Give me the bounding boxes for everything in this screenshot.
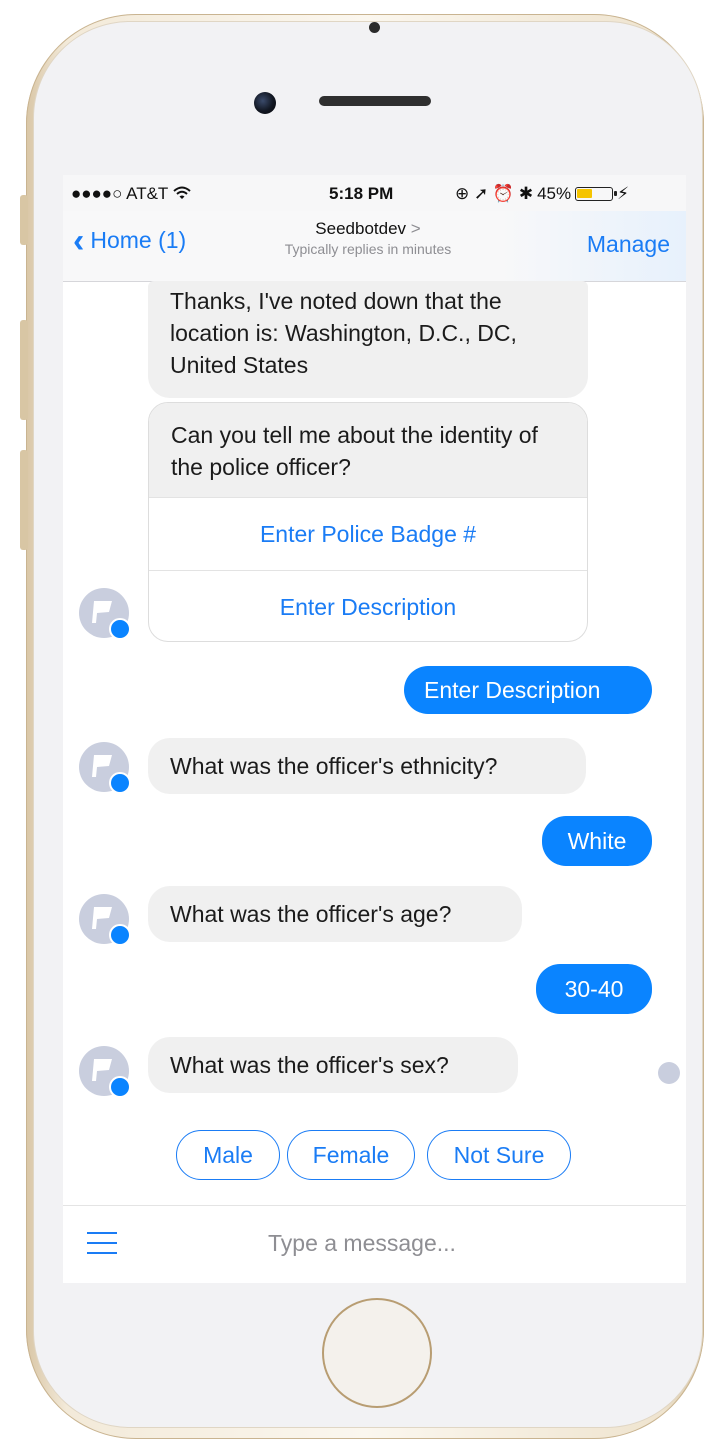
quick-reply-female[interactable]: Female (287, 1130, 415, 1180)
volume-up-button (20, 320, 28, 420)
card-question: Can you tell me about the identity of th… (149, 403, 587, 497)
read-receipt-avatar (658, 1062, 680, 1084)
battery-tip (614, 191, 618, 196)
battery-percent: 45% (537, 184, 572, 203)
message-composer: Type a message... (63, 1205, 686, 1283)
outgoing-message: Enter Description (404, 666, 652, 714)
incoming-message: Thanks, I've noted down that the locatio… (148, 281, 588, 398)
incoming-message: What was the officer's ethnicity? (148, 738, 586, 794)
status-icons: ⊕ ➚ ⏰ ✱ (455, 184, 534, 203)
carrier-signal: ●●●●○ AT&T (71, 184, 191, 204)
wifi-icon (173, 184, 191, 203)
conversation-title[interactable]: Seedbotdev > Typically replies in minute… (253, 219, 483, 257)
mute-switch (20, 195, 28, 245)
earpiece-speaker (319, 96, 431, 106)
status-indicators: ⊕ ➚ ⏰ ✱ 45% ⚡ (455, 184, 629, 204)
battery-level (577, 189, 593, 198)
home-button[interactable] (322, 1298, 432, 1408)
front-camera (254, 92, 276, 114)
messenger-badge-icon (109, 772, 131, 794)
status-bar: ●●●●○ AT&T 5:18 PM ⊕ ➚ ⏰ ✱ 45% ⚡ (63, 175, 686, 211)
question-card: Can you tell me about the identity of th… (148, 402, 588, 642)
back-button[interactable]: ‹ Home (1) (73, 221, 187, 260)
incoming-message: What was the officer's sex? (148, 1037, 518, 1093)
charging-icon: ⚡ (617, 184, 630, 203)
quick-reply-not-sure[interactable]: Not Sure (427, 1130, 571, 1180)
outgoing-message: 30-40 (536, 964, 652, 1014)
chevron-left-icon: ‹ (73, 221, 85, 260)
proximity-sensor (369, 22, 380, 33)
bot-name: Seedbotdev > (253, 219, 483, 239)
messenger-badge-icon (109, 618, 131, 640)
quick-reply-male[interactable]: Male (176, 1130, 280, 1180)
volume-down-button (20, 450, 28, 550)
bot-avatar (79, 894, 131, 946)
messenger-badge-icon (109, 924, 131, 946)
enter-badge-button[interactable]: Enter Police Badge # (149, 497, 587, 570)
bot-avatar (79, 742, 131, 794)
conversation-header: ‹ Home (1) Seedbotdev > Typically replie… (63, 211, 686, 282)
enter-description-button[interactable]: Enter Description (149, 570, 587, 641)
screen: ●●●●○ AT&T 5:18 PM ⊕ ➚ ⏰ ✱ 45% ⚡ ‹ Home (63, 175, 686, 1283)
carrier-label: ●●●●○ AT&T (71, 184, 169, 203)
bot-name-text: Seedbotdev (315, 219, 407, 238)
reply-time-subtitle: Typically replies in minutes (284, 241, 452, 257)
back-label: Home (1) (90, 227, 187, 253)
outgoing-message: White (542, 816, 652, 866)
battery-icon (575, 187, 618, 201)
bot-avatar (79, 1046, 131, 1098)
status-time: 5:18 PM (329, 184, 394, 203)
messenger-badge-icon (109, 1076, 131, 1098)
hamburger-menu-icon[interactable] (87, 1232, 117, 1254)
message-input[interactable]: Type a message... (268, 1230, 456, 1257)
bot-avatar (79, 588, 131, 640)
menu-line (87, 1242, 117, 1244)
incoming-message: What was the officer's age? (148, 886, 522, 942)
menu-line (87, 1252, 117, 1254)
menu-line (87, 1232, 117, 1234)
manage-button[interactable]: Manage (587, 231, 670, 258)
chevron-right-icon: > (410, 219, 421, 238)
